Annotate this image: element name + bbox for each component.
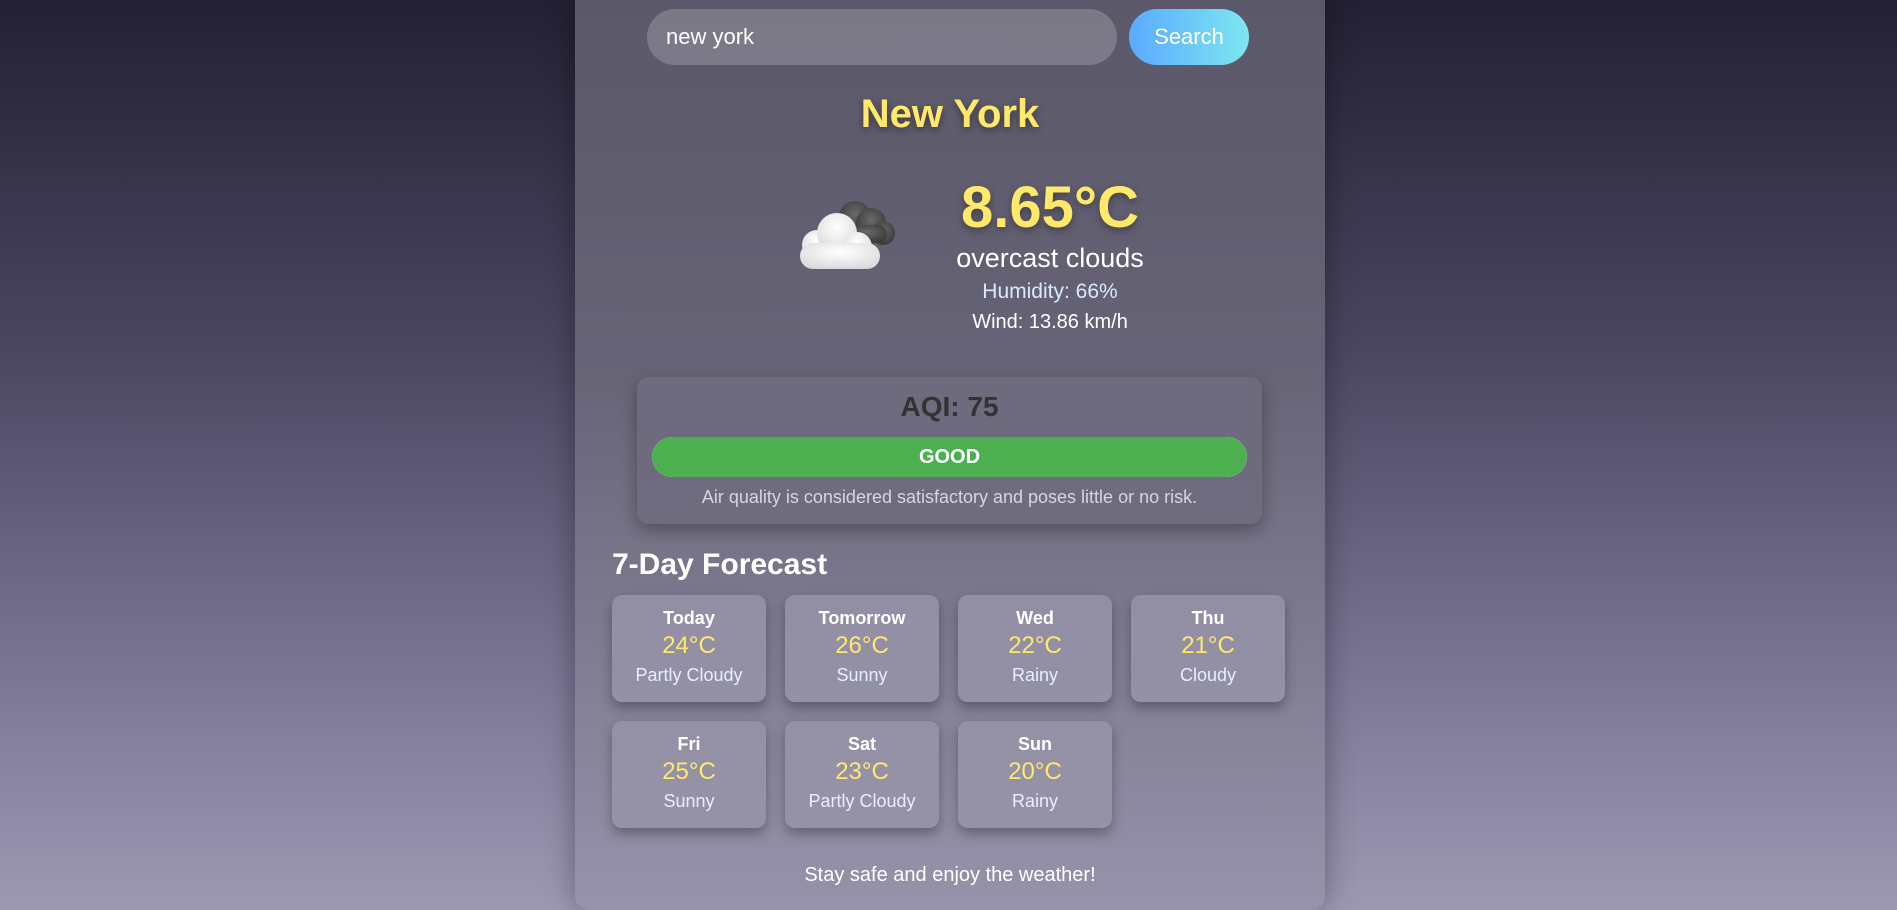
forecast-day: Wed [1016, 608, 1054, 628]
aqi-value: AQI: 75 [900, 391, 999, 422]
weather-description: overcast clouds [956, 243, 1144, 273]
forecast-temp: 23°C [835, 758, 889, 785]
forecast-condition: Sunny [836, 665, 888, 685]
search-bar: Search [647, 9, 1249, 65]
forecast-day: Sun [1018, 734, 1052, 754]
forecast-temp: 24°C [662, 632, 716, 659]
forecast-card-thu: Thu 21°C Cloudy [1131, 595, 1285, 702]
forecast-heading: 7-Day Forecast [612, 548, 828, 581]
forecast-card-today: Today 24°C Partly Cloudy [612, 595, 766, 702]
forecast-grid: Today 24°C Partly Cloudy Tomorrow 26°C S… [612, 595, 1292, 828]
footer-message: Stay safe and enjoy the weather! [804, 864, 1096, 886]
forecast-day: Today [663, 608, 715, 628]
forecast-card-sat: Sat 23°C Partly Cloudy [785, 721, 939, 828]
forecast-card-tomorrow: Tomorrow 26°C Sunny [785, 595, 939, 702]
forecast-temp: 22°C [1008, 632, 1062, 659]
forecast-temp: 26°C [835, 632, 889, 659]
forecast-card-wed: Wed 22°C Rainy [958, 595, 1112, 702]
current-conditions: 8.65°C overcast clouds Humidity: 66% Win… [920, 175, 1180, 337]
humidity-value: Humidity: 66% [982, 280, 1118, 303]
forecast-temp: 21°C [1181, 632, 1235, 659]
forecast-card-fri: Fri 25°C Sunny [612, 721, 766, 828]
forecast-condition: Rainy [1011, 665, 1059, 685]
forecast-day: Thu [1191, 608, 1225, 628]
search-button[interactable]: Search [1129, 9, 1249, 65]
current-temperature: 8.65°C [961, 175, 1139, 240]
aqi-bar: GOOD [652, 437, 1247, 477]
forecast-temp: 25°C [662, 758, 716, 785]
forecast-condition: Partly Cloudy [635, 665, 743, 685]
forecast-card-sun: Sun 20°C Rainy [958, 721, 1112, 828]
city-title: New York [860, 92, 1040, 136]
weather-panel: Search New York [575, 0, 1325, 910]
forecast-condition: Cloudy [1179, 665, 1237, 685]
aqi-description: Air quality is considered satisfactory a… [701, 487, 1198, 507]
forecast-condition: Sunny [663, 791, 715, 811]
forecast-day: Tomorrow [818, 608, 906, 628]
overcast-clouds-icon [785, 195, 900, 275]
forecast-condition: Rainy [1011, 791, 1059, 811]
forecast-temp: 20°C [1008, 758, 1062, 785]
search-input[interactable] [647, 9, 1117, 65]
forecast-condition: Partly Cloudy [808, 791, 916, 811]
aqi-card: AQI: 75 GOOD Air quality is considered s… [637, 377, 1262, 524]
aqi-level-label: GOOD [918, 446, 981, 468]
forecast-day: Fri [677, 734, 701, 754]
wind-value: Wind: 13.86 km/h [972, 311, 1128, 333]
forecast-day: Sat [847, 734, 876, 754]
